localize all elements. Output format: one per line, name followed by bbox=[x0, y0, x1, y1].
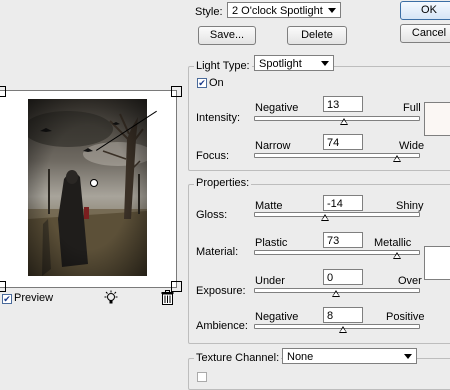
texture-channel-label: Texture Channel: bbox=[194, 352, 282, 364]
exposure-high-label: Over bbox=[398, 275, 422, 287]
exposure-label: Exposure: bbox=[196, 285, 246, 297]
exposure-slider-thumb[interactable] bbox=[332, 290, 340, 297]
chevron-down-icon bbox=[328, 8, 336, 13]
save-button[interactable]: Save... bbox=[198, 26, 256, 45]
focus-slider-thumb[interactable] bbox=[392, 155, 401, 162]
ambience-slider-thumb[interactable] bbox=[338, 326, 347, 333]
texture-channel-value: None bbox=[287, 351, 314, 363]
exposure-low-label: Under bbox=[255, 275, 285, 287]
material-label: Material: bbox=[196, 246, 239, 258]
delete-button[interactable]: Delete bbox=[287, 26, 347, 45]
focus-label: Focus: bbox=[196, 150, 230, 162]
ambience-high-label: Positive bbox=[386, 311, 425, 323]
ambience-input[interactable]: 8 bbox=[323, 307, 363, 323]
intensity-label: Intensity: bbox=[196, 112, 241, 124]
intensity-slider[interactable] bbox=[254, 116, 420, 121]
focus-high-label: Wide bbox=[399, 140, 425, 152]
focus-low-label: Narrow bbox=[255, 140, 291, 152]
cancel-button[interactable]: Cancel bbox=[400, 24, 450, 43]
focus-input[interactable]: 74 bbox=[323, 134, 363, 150]
gloss-input[interactable]: -14 bbox=[323, 195, 363, 211]
gloss-slider[interactable] bbox=[254, 212, 420, 217]
light-color-swatch[interactable] bbox=[424, 102, 450, 136]
light-on-label: On bbox=[209, 77, 224, 89]
preview-label: Preview bbox=[14, 292, 54, 304]
ambience-low-label: Negative bbox=[255, 311, 299, 323]
ambient-color-swatch[interactable] bbox=[424, 246, 450, 280]
light-bulb-icon[interactable] bbox=[103, 290, 119, 309]
intensity-input[interactable]: 13 bbox=[323, 96, 363, 112]
light-center-handle[interactable] bbox=[90, 179, 98, 187]
ok-button[interactable]: OK bbox=[400, 1, 450, 20]
intensity-slider-thumb[interactable] bbox=[340, 118, 349, 125]
intensity-high-label: Full bbox=[403, 102, 421, 114]
style-select-value: 2 O'clock Spotlight bbox=[232, 5, 323, 17]
style-label: Style: bbox=[195, 6, 223, 18]
material-low-label: Plastic bbox=[255, 237, 288, 249]
gloss-high-label: Shiny bbox=[396, 200, 424, 212]
resize-handle[interactable] bbox=[171, 86, 182, 97]
gloss-slider-thumb[interactable] bbox=[320, 214, 329, 221]
style-select[interactable]: 2 O'clock Spotlight bbox=[227, 2, 341, 18]
trash-icon[interactable] bbox=[161, 290, 174, 308]
ambience-label: Ambience: bbox=[196, 320, 248, 332]
ambience-slider[interactable] bbox=[254, 324, 420, 329]
exposure-input[interactable]: 0 bbox=[323, 269, 363, 285]
material-input[interactable]: 73 bbox=[323, 232, 363, 248]
resize-handle[interactable] bbox=[0, 86, 6, 97]
resize-handle[interactable] bbox=[0, 281, 6, 292]
texture-channel-select[interactable]: None bbox=[282, 348, 417, 364]
properties-label: Properties: bbox=[194, 177, 252, 189]
gloss-low-label: Matte bbox=[255, 200, 283, 212]
material-high-label: Metallic bbox=[374, 237, 412, 249]
light-type-label: Light Type: bbox=[194, 60, 252, 72]
chevron-down-icon bbox=[321, 61, 329, 66]
intensity-low-label: Negative bbox=[255, 102, 299, 114]
light-type-select[interactable]: Spotlight bbox=[254, 55, 334, 71]
white-is-high-checkbox[interactable] bbox=[197, 372, 207, 382]
preview-checkbox[interactable]: ✔ bbox=[2, 294, 12, 304]
light-on-checkbox[interactable]: ✔ bbox=[197, 78, 207, 88]
chevron-down-icon bbox=[404, 354, 412, 359]
material-slider-thumb[interactable] bbox=[392, 252, 401, 259]
light-type-select-value: Spotlight bbox=[259, 58, 302, 70]
preview-image bbox=[28, 99, 147, 276]
gloss-label: Gloss: bbox=[196, 209, 228, 221]
